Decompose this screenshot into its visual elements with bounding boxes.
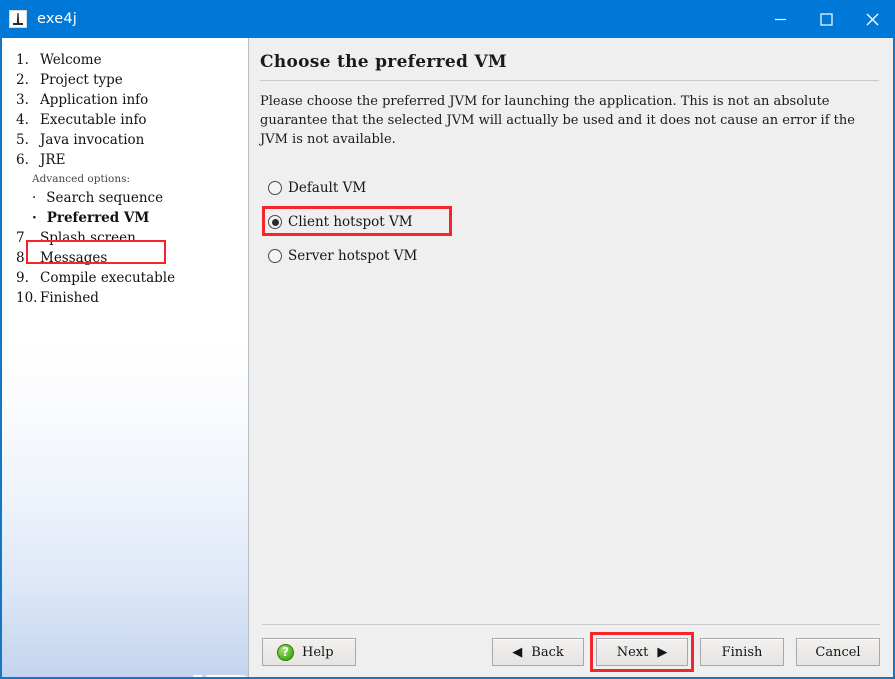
wizard-step-sidebar: 1. Welcome 2. Project type 3. Applicatio… — [2, 38, 249, 677]
arrow-right-icon: ▶ — [657, 644, 668, 660]
step-label: Project type — [40, 72, 123, 88]
exe4j-watermark: exe4j — [183, 671, 248, 677]
step-label: Finished — [40, 290, 99, 306]
step-label: Compile executable — [40, 270, 176, 286]
sidebar-item-search-sequence[interactable]: · Search sequence — [2, 188, 248, 208]
step-label: Executable info — [40, 112, 147, 128]
sidebar-item-finished[interactable]: 10. Finished — [2, 288, 248, 308]
vm-radio-group: Default VM Client hotspot VM Server hots… — [260, 175, 560, 269]
sidebar-item-jre[interactable]: 6. JRE — [2, 150, 248, 170]
sidebar-item-welcome[interactable]: 1. Welcome — [2, 50, 248, 70]
finish-button[interactable]: Finish — [700, 638, 784, 666]
next-button[interactable]: Next ▶ — [596, 638, 688, 666]
exe4j-app-icon — [9, 10, 27, 28]
wizard-footer: ? Help ◀ Back Next ▶ Finish Cancel — [249, 624, 893, 677]
radio-label: Default VM — [288, 180, 367, 196]
window-controls — [757, 0, 895, 38]
sidebar-item-application-info[interactable]: 3. Application info — [2, 90, 248, 110]
sidebar-item-project-type[interactable]: 2. Project type — [2, 70, 248, 90]
minimize-button[interactable] — [757, 0, 803, 38]
radio-option-client-hotspot-vm[interactable]: Client hotspot VM — [260, 209, 560, 235]
close-icon — [866, 13, 878, 25]
step-label: Welcome — [40, 52, 102, 68]
help-button[interactable]: ? Help — [262, 638, 356, 666]
step-number: 9. — [16, 270, 29, 286]
cancel-button[interactable]: Cancel — [796, 638, 880, 666]
step-label: Messages — [40, 250, 108, 266]
minimize-icon — [774, 18, 786, 20]
step-number: 1. — [16, 52, 29, 68]
help-button-label: Help — [302, 644, 334, 660]
close-button[interactable] — [849, 0, 895, 38]
next-button-wrapper: Next ▶ — [590, 632, 694, 672]
bullet-icon: · — [32, 210, 37, 226]
sidebar-item-preferred-vm[interactable]: · Preferred VM — [2, 208, 248, 228]
window-body: 1. Welcome 2. Project type 3. Applicatio… — [0, 38, 895, 679]
footer-divider — [262, 624, 880, 625]
finish-button-label: Finish — [721, 644, 763, 660]
exe4j-wizard-window: exe4j 1. Welcome 2. Project type 3. Appl… — [0, 0, 895, 679]
sidebar-item-executable-info[interactable]: 4. Executable info — [2, 110, 248, 130]
step-number: 10. — [16, 290, 38, 306]
cancel-button-label: Cancel — [815, 644, 861, 660]
step-number: 7. — [16, 230, 29, 246]
radio-option-default-vm[interactable]: Default VM — [260, 175, 560, 201]
wizard-content-pane: Choose the preferred VM Please choose th… — [249, 38, 893, 677]
radio-label: Client hotspot VM — [288, 214, 413, 230]
arrow-left-icon: ◀ — [512, 644, 523, 660]
bullet-icon: · — [32, 190, 37, 206]
maximize-button[interactable] — [803, 0, 849, 38]
maximize-icon — [819, 12, 833, 26]
page-title: Choose the preferred VM — [260, 52, 508, 72]
step-number: 3. — [16, 92, 29, 108]
heading-divider — [260, 80, 879, 81]
step-number: 6. — [16, 152, 29, 168]
step-number: 4. — [16, 112, 29, 128]
page-description: Please choose the preferred JVM for laun… — [260, 94, 855, 147]
sidebar-item-compile-executable[interactable]: 9. Compile executable — [2, 268, 248, 288]
step-label: Application info — [40, 92, 149, 108]
next-button-label: Next — [616, 644, 649, 660]
back-button[interactable]: ◀ Back — [492, 638, 584, 666]
back-button-label: Back — [531, 644, 564, 660]
question-mark-icon: ? — [277, 643, 294, 661]
advanced-options-header: Advanced options: — [32, 173, 131, 185]
step-number: 8. — [16, 250, 29, 266]
step-label: Java invocation — [40, 132, 145, 148]
step-label: Preferred VM — [46, 210, 150, 226]
wizard-page-body: Choose the preferred VM Please choose th… — [249, 38, 893, 624]
window-title: exe4j — [37, 11, 77, 27]
footer-button-bar: ? Help ◀ Back Next ▶ Finish Cancel — [262, 632, 880, 672]
wizard-step-list: 1. Welcome 2. Project type 3. Applicatio… — [2, 38, 248, 308]
step-label: Splash screen — [40, 230, 136, 246]
window-titlebar[interactable]: exe4j — [0, 0, 895, 38]
sidebar-item-messages[interactable]: 8. Messages — [2, 248, 248, 268]
step-label: JRE — [40, 152, 66, 168]
radio-icon[interactable] — [268, 249, 282, 263]
step-number: 5. — [16, 132, 29, 148]
sidebar-item-splash-screen[interactable]: 7. Splash screen — [2, 228, 248, 248]
radio-icon-selected[interactable] — [268, 215, 282, 229]
radio-label: Server hotspot VM — [288, 248, 418, 264]
radio-option-server-hotspot-vm[interactable]: Server hotspot VM — [260, 243, 560, 269]
step-label: Search sequence — [46, 190, 164, 206]
sidebar-item-java-invocation[interactable]: 5. Java invocation — [2, 130, 248, 150]
radio-icon[interactable] — [268, 181, 282, 195]
step-number: 2. — [16, 72, 29, 88]
